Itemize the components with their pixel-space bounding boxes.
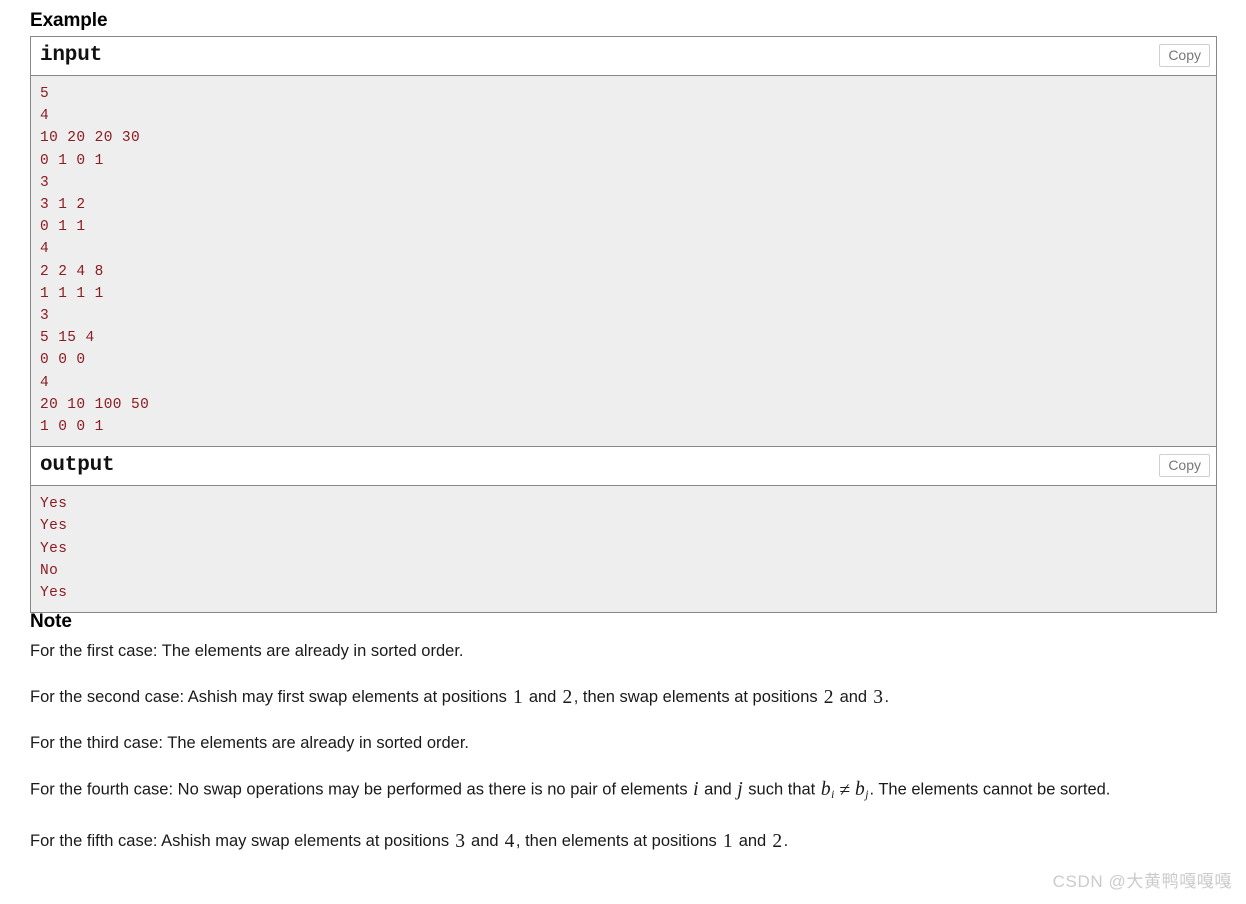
code-line: Yes <box>40 585 68 602</box>
code-line: Yes <box>40 496 68 513</box>
code-line: Yes <box>40 518 68 535</box>
math-number: 2 <box>772 830 783 852</box>
math-number: 2 <box>562 686 573 708</box>
math-number: 3 <box>873 686 883 708</box>
code-line: 20 10 100 50 <box>40 396 150 413</box>
code-line: 10 20 20 30 <box>40 130 141 147</box>
math-number: 1 <box>512 686 523 708</box>
csdn-watermark: CSDN @大黄鸭嘎嘎嘎 <box>1052 872 1232 891</box>
copy-input-button[interactable]: Copy <box>1159 44 1210 67</box>
sample-output-title: output <box>40 454 115 478</box>
math-operator: ≠ <box>839 779 851 801</box>
code-line: 1 0 0 1 <box>40 419 104 436</box>
code-line: 3 <box>40 308 50 325</box>
sample-output-block: output Copy Yes Yes Yes No Yes <box>30 446 1217 614</box>
code-line: 5 <box>40 86 50 102</box>
problem-statement-page: Example input Copy 5 4 10 20 20 30 0 1 0 1 3… <box>0 0 1246 904</box>
math-subscripted-variable: bi <box>820 779 835 801</box>
note-paragraph-first: For the first case: The elements are alr… <box>30 642 464 660</box>
code-line: 3 <box>40 174 50 191</box>
code-line: 0 0 0 <box>40 352 86 369</box>
code-line: Yes <box>40 540 68 557</box>
code-line: No <box>40 562 59 579</box>
note-paragraph-third: For the third case: The elements are alr… <box>30 734 470 752</box>
sample-input-body[interactable]: 5 4 10 20 20 30 0 1 0 1 3 3 1 2 0 1 1 4 2 2 4 8 1… <box>31 76 1216 447</box>
code-line: 0 1 0 1 <box>40 152 104 169</box>
note-paragraphs: For the first case: The elements are alr… <box>30 640 1220 876</box>
sample-tests-panel: input Copy 5 4 10 20 20 30 0 1 0 1 3 3 1 2 0 1… <box>30 36 1217 614</box>
math-number: 1 <box>722 830 733 852</box>
note-paragraph-second: For the second case: Ashish may first sw… <box>30 686 890 708</box>
code-line: 2 2 4 8 <box>40 263 104 280</box>
math-variable: j <box>737 779 743 800</box>
copy-output-button[interactable]: Copy <box>1159 454 1210 478</box>
code-line: 3 1 2 <box>40 197 86 214</box>
code-line: 4 <box>40 241 50 258</box>
sample-input-header: input Copy <box>31 37 1216 76</box>
note-paragraph-fourth: For the fourth case: No swap operations … <box>30 779 1111 801</box>
sample-output-body[interactable]: Yes Yes Yes No Yes <box>31 486 1216 613</box>
code-line: 4 <box>40 374 50 391</box>
math-variable: i <box>693 779 699 800</box>
math-number: 3 <box>455 830 465 852</box>
note-heading: Note <box>30 611 72 632</box>
code-line: 5 15 4 <box>40 330 95 347</box>
code-line: 4 <box>40 108 50 125</box>
code-line: 0 1 1 <box>40 219 86 236</box>
example-heading: Example <box>30 10 108 31</box>
math-subscripted-variable: bj <box>855 779 869 801</box>
note-paragraph-fifth: For the fifth case: Ashish may swap elem… <box>30 830 789 852</box>
math-number: 4 <box>504 830 515 852</box>
sample-input-title: input <box>40 44 103 67</box>
sample-input-block: input Copy 5 4 10 20 20 30 0 1 0 1 3 3 1 2 0 1… <box>30 36 1217 447</box>
code-line: 1 1 1 1 <box>40 285 104 302</box>
sample-output-header: output Copy <box>31 447 1216 487</box>
math-number: 2 <box>823 686 834 708</box>
